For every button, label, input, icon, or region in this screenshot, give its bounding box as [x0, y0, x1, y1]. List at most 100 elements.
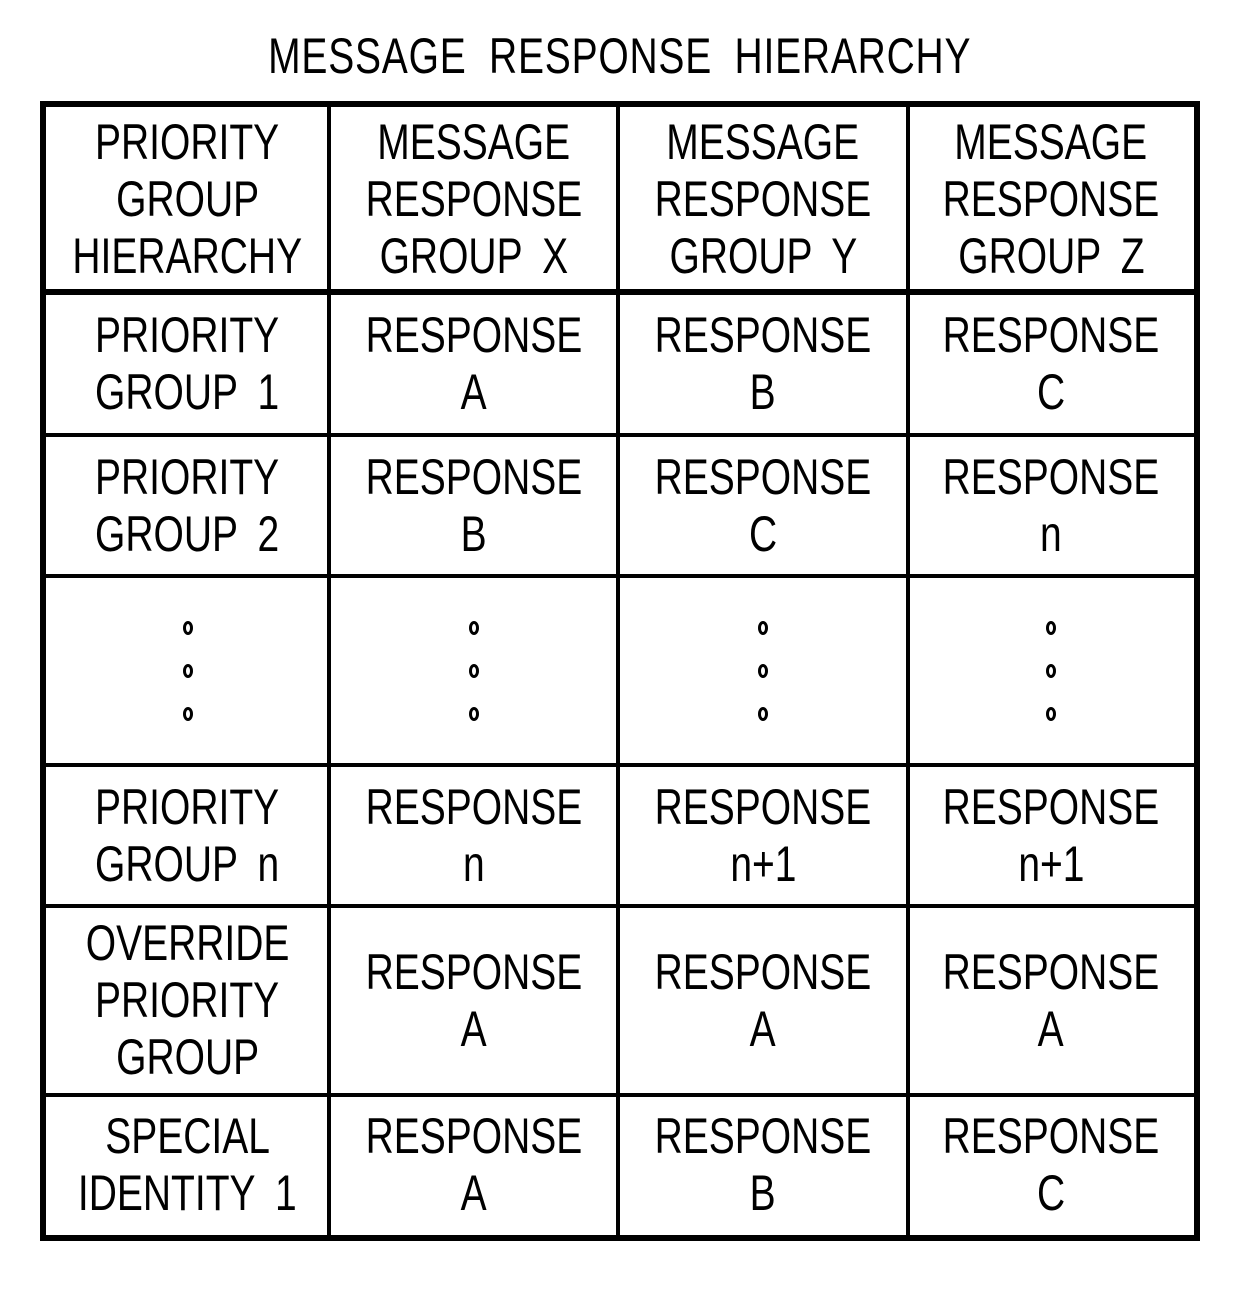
ellipsis-dot [758, 706, 768, 721]
ellipsis-dot [468, 706, 479, 721]
response-cell: RESPONSE n [908, 435, 1194, 576]
response-label: RESPONSE [365, 306, 582, 363]
ellipsis-dot [1046, 620, 1056, 635]
ellipsis-cell [908, 576, 1194, 765]
ellipsis-cell [618, 576, 908, 765]
response-label: A [460, 363, 487, 420]
priority-group-cell: PRIORITY GROUP 1 [46, 292, 329, 435]
response-cell: RESPONSE B [618, 1095, 908, 1235]
header-cell-text: GROUP [115, 171, 260, 227]
response-cell: RESPONSE A [329, 1095, 618, 1235]
response-cell: RESPONSE B [618, 292, 908, 435]
header-cell-response-group: MESSAGE RESPONSE GROUP Z [908, 107, 1194, 292]
ellipsis-dot [182, 663, 193, 678]
response-label: RESPONSE [365, 1108, 582, 1164]
header-cell-text: GROUP Y [669, 228, 857, 284]
response-label: RESPONSE [942, 448, 1160, 505]
ellipsis-cell [329, 576, 618, 765]
message-response-hierarchy-table: PRIORITY GROUP HIERARCHY MESSAGE RESPONSE GRO… [40, 101, 1200, 1241]
response-cell: RESPONSE B [329, 435, 618, 576]
diagram-title: MESSAGE RESPONSE HIERARCHY [0, 28, 1240, 84]
response-label: RESPONSE [942, 943, 1160, 1000]
response-label: RESPONSE [654, 448, 872, 505]
header-cell-text: RESPONSE [942, 171, 1160, 227]
response-label: B [749, 363, 777, 420]
response-label: A [749, 1000, 777, 1057]
priority-group-label: PRIORITY [95, 448, 280, 505]
header-cell-text: GROUP Z [957, 228, 1145, 284]
response-label: n+1 [1017, 835, 1085, 892]
priority-group-label: GROUP 2 [95, 505, 280, 562]
priority-group-cell: OVERRIDE PRIORITY GROUP [46, 906, 329, 1095]
response-label: RESPONSE [654, 778, 872, 835]
header-cell-text: PRIORITY [95, 114, 280, 170]
ellipsis-dot [468, 620, 479, 635]
header-cell-text: MESSAGE [377, 114, 570, 170]
priority-group-label: PRIORITY [95, 306, 280, 363]
ellipsis-dot [758, 620, 768, 635]
priority-group-label: PRIORITY [95, 972, 280, 1028]
priority-group-label: GROUP 1 [95, 363, 280, 420]
response-cell: RESPONSE A [908, 906, 1194, 1095]
response-label: C [1036, 1165, 1066, 1221]
diagram-title-text: MESSAGE RESPONSE HIERARCHY [268, 28, 972, 84]
priority-group-label: GROUP n [95, 835, 280, 892]
header-cell-text: RESPONSE [654, 171, 872, 227]
ellipsis-dot [468, 663, 479, 678]
header-cell-text: GROUP X [379, 228, 568, 284]
ellipsis-dot [758, 663, 768, 678]
response-label: RESPONSE [365, 778, 582, 835]
priority-group-label: IDENTITY 1 [78, 1165, 297, 1221]
vertical-ellipsis-icon [1046, 620, 1056, 721]
response-cell: RESPONSE A [329, 292, 618, 435]
header-cell-text: MESSAGE [954, 114, 1148, 170]
priority-group-cell: SPECIAL IDENTITY 1 [46, 1095, 329, 1235]
response-cell: RESPONSE C [908, 1095, 1194, 1235]
response-cell: RESPONSE n [329, 765, 618, 906]
response-cell: RESPONSE n+1 [618, 765, 908, 906]
priority-group-label: GROUP [115, 1029, 260, 1085]
response-label: RESPONSE [942, 306, 1160, 363]
response-label: A [460, 1000, 487, 1057]
response-label: RESPONSE [365, 943, 582, 1000]
response-cell: RESPONSE A [329, 906, 618, 1095]
vertical-ellipsis-icon [468, 620, 479, 721]
priority-group-label: OVERRIDE [85, 915, 290, 971]
response-label: B [749, 1165, 777, 1221]
response-label: RESPONSE [654, 943, 872, 1000]
response-label: B [460, 505, 487, 562]
response-label: n+1 [729, 835, 797, 892]
priority-group-label: PRIORITY [95, 778, 280, 835]
header-cell-priority-group-hierarchy: PRIORITY GROUP HIERARCHY [46, 107, 329, 292]
vertical-ellipsis-icon [758, 620, 768, 721]
header-cell-text: RESPONSE [365, 171, 582, 227]
header-cell-text: HIERARCHY [72, 228, 303, 284]
response-label: A [460, 1165, 487, 1221]
response-cell: RESPONSE n+1 [908, 765, 1194, 906]
response-label: RESPONSE [942, 778, 1160, 835]
response-label: C [748, 505, 778, 562]
response-cell: RESPONSE A [618, 906, 908, 1095]
header-cell-response-group: MESSAGE RESPONSE GROUP Y [618, 107, 908, 292]
ellipsis-cell [46, 576, 329, 765]
response-label: RESPONSE [365, 448, 582, 505]
response-label: RESPONSE [654, 1108, 872, 1164]
ellipsis-dot [182, 706, 193, 721]
ellipsis-dot [182, 620, 193, 635]
vertical-ellipsis-icon [182, 620, 193, 721]
response-label: RESPONSE [942, 1108, 1160, 1164]
response-cell: RESPONSE C [618, 435, 908, 576]
priority-group-cell: PRIORITY GROUP n [46, 765, 329, 906]
response-label: n [1040, 505, 1062, 562]
header-cell-text: MESSAGE [666, 114, 860, 170]
header-cell-response-group: MESSAGE RESPONSE GROUP X [329, 107, 618, 292]
response-label: A [1037, 1000, 1065, 1057]
ellipsis-dot [1046, 663, 1056, 678]
response-label: C [1036, 363, 1066, 420]
response-cell: RESPONSE C [908, 292, 1194, 435]
priority-group-cell: PRIORITY GROUP 2 [46, 435, 329, 576]
priority-group-label: SPECIAL [105, 1108, 270, 1164]
response-label: RESPONSE [654, 306, 872, 363]
ellipsis-dot [1046, 706, 1056, 721]
response-label: n [462, 835, 485, 892]
